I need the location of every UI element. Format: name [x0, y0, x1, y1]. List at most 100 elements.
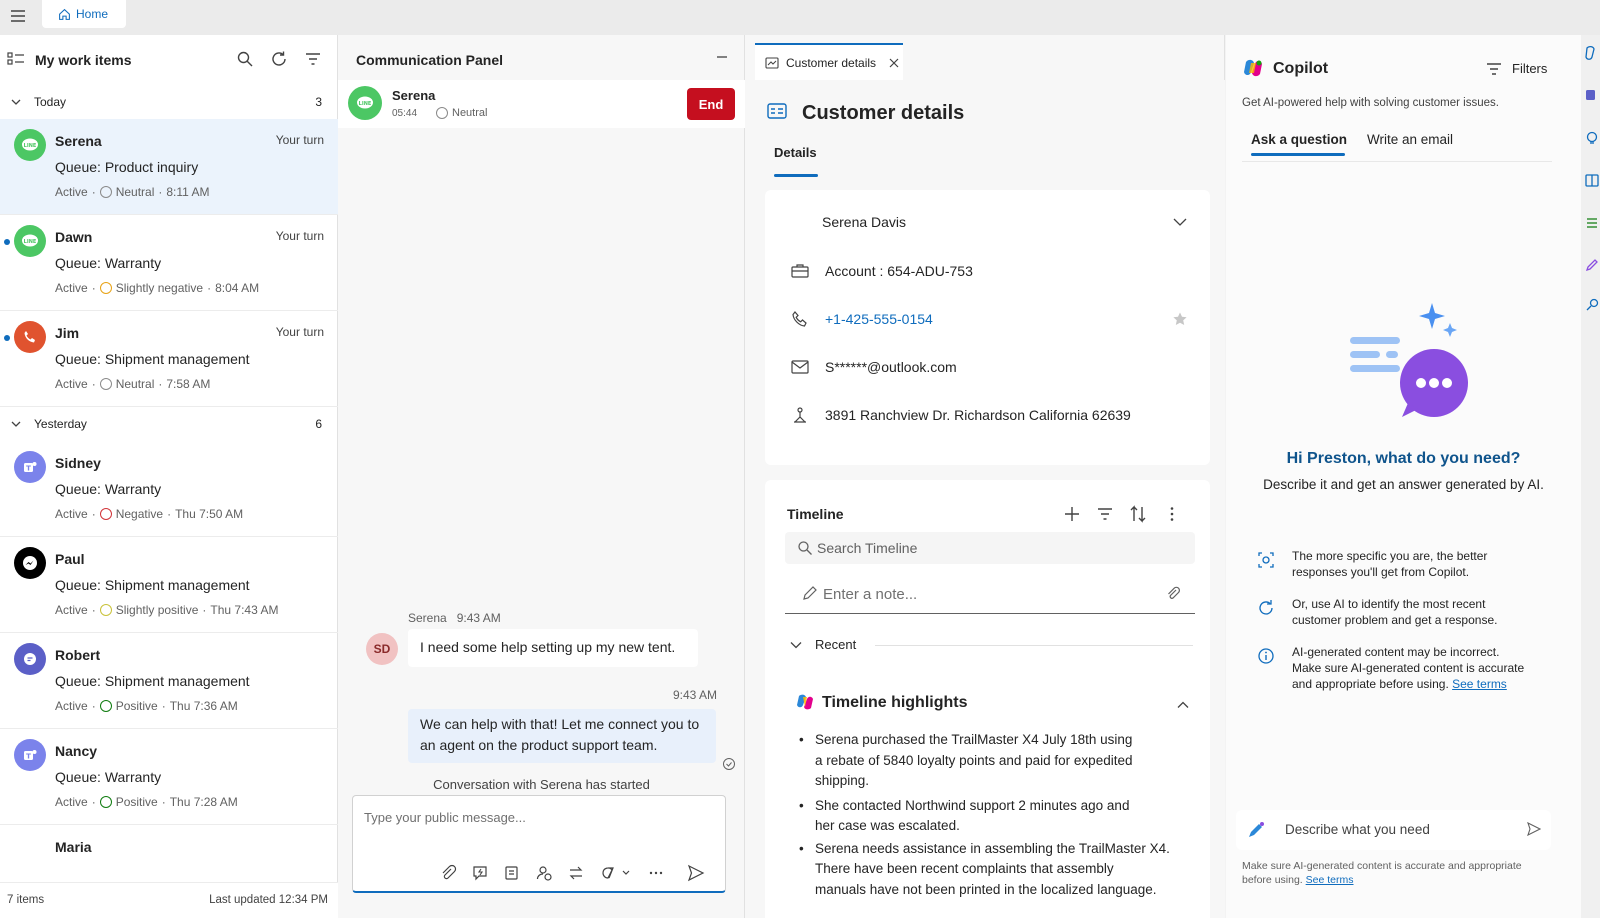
queue-label: Queue: Shipment management	[55, 673, 250, 689]
sort-icon[interactable]	[1129, 505, 1149, 525]
end-conversation-button[interactable]: End	[687, 88, 735, 120]
sentiment-text: Neutral	[452, 107, 488, 119]
customer-message: I need some help setting up my new tent.	[408, 629, 698, 667]
sparkle-icon	[1256, 550, 1276, 570]
search-rail-icon[interactable]	[1585, 297, 1599, 313]
filters-button[interactable]: Filters	[1486, 61, 1547, 76]
tab-details[interactable]: Details	[774, 145, 817, 160]
communication-panel: Communication Panel LINE Serena 05:44 Ne…	[338, 35, 745, 918]
copilot-tip: AI-generated content may be incorrect. M…	[1226, 644, 1546, 696]
timeline-search-input[interactable]: Search Timeline	[785, 532, 1195, 564]
highlight-line: manuals have not been printed in the loc…	[815, 881, 1157, 897]
pen-rail-icon[interactable]	[1585, 257, 1599, 273]
unread-dot	[4, 239, 10, 245]
more-options-icon[interactable]	[1163, 505, 1183, 525]
customer-name-row[interactable]: Serena Davis	[765, 207, 1210, 237]
disclaimer-text: before using.	[1242, 874, 1303, 886]
copilot-tip: Or, use AI to identify the most recent cu…	[1226, 596, 1546, 632]
work-item-jim[interactable]: Jim Your turn Queue: Shipment management…	[0, 311, 338, 407]
lightbulb-rail-icon[interactable]	[1585, 131, 1599, 147]
tip-text: The more specific you are, the better	[1292, 549, 1488, 563]
copilot-actions-icon[interactable]	[599, 864, 633, 882]
tab-write-an-email[interactable]: Write an email	[1367, 132, 1453, 147]
message-text: an agent on the product support team.	[420, 737, 658, 753]
work-item-nancy[interactable]: T Nancy Queue: Warranty Active · Positiv…	[0, 729, 338, 825]
pencil-icon	[801, 586, 817, 602]
note-placeholder: Enter a note...	[823, 586, 918, 603]
chevron-up-icon[interactable]	[1176, 698, 1190, 712]
customer-name: Jim	[55, 325, 80, 341]
tab-ask-a-question[interactable]: Ask a question	[1251, 132, 1347, 147]
work-item-paul[interactable]: Paul Queue: Shipment management Active ·…	[0, 537, 338, 633]
transfer-icon[interactable]	[567, 864, 585, 882]
delivered-check-icon	[722, 757, 736, 771]
list-rail-icon[interactable]	[1585, 215, 1599, 231]
item-meta: Active · Positive · Thu 7:36 AM	[55, 699, 238, 713]
group-today[interactable]: Today 3	[0, 87, 338, 117]
home-icon	[58, 8, 71, 21]
agent-message: We can help with that! Let me connect yo…	[408, 709, 716, 763]
copilot-title: Copilot	[1273, 60, 1329, 77]
more-options-icon[interactable]	[647, 864, 665, 882]
work-item-maria[interactable]: Maria	[0, 825, 338, 882]
minimize-icon[interactable]	[714, 49, 734, 69]
note-input[interactable]: Enter a note...	[785, 574, 1195, 614]
attach-icon[interactable]	[1165, 586, 1181, 602]
search-icon[interactable]	[236, 50, 256, 70]
work-item-serena[interactable]: LINE Serena Your turn Queue: Product inq…	[0, 119, 338, 215]
svg-text:T: T	[26, 753, 31, 761]
knowledge-base-icon[interactable]	[503, 864, 521, 882]
phone-link[interactable]: +1-425-555-0154	[825, 311, 933, 327]
time-text: Thu 7:50 AM	[175, 507, 244, 521]
message-sender: Serena	[408, 611, 447, 625]
copilot-rail-icon[interactable]	[1585, 45, 1599, 61]
book-rail-icon[interactable]	[1585, 173, 1599, 189]
consult-icon[interactable]	[535, 864, 553, 882]
group-yesterday[interactable]: Yesterday 6	[0, 409, 338, 439]
phone-icon	[14, 321, 46, 353]
tab-home[interactable]: Home	[42, 0, 126, 28]
filter-icon[interactable]	[1096, 505, 1116, 525]
hamburger-menu-icon[interactable]	[8, 6, 28, 26]
customer-name: Dawn	[55, 229, 93, 245]
teams-icon: T	[14, 739, 46, 771]
send-icon[interactable]	[687, 864, 705, 882]
see-terms-link[interactable]: See terms	[1452, 677, 1507, 691]
system-message: Conversation with Serena has started	[433, 777, 650, 792]
see-terms-link[interactable]: See terms	[1306, 874, 1354, 886]
message-time: 9:43 AM	[456, 611, 501, 625]
filter-icon[interactable]	[304, 50, 324, 70]
status-text: Active	[55, 699, 88, 713]
customer-name: Robert	[55, 647, 101, 663]
add-icon[interactable]	[1063, 505, 1083, 525]
timeline-highlights-title: Timeline highlights	[822, 694, 968, 711]
list-item: • Serena needs assistance in assembling …	[799, 839, 1199, 901]
chevron-down-icon	[789, 638, 803, 652]
time-text: 7:58 AM	[166, 377, 211, 391]
customer-full-name: Serena Davis	[822, 214, 907, 230]
line-icon: LINE	[348, 86, 382, 120]
timeline-card: Timeline Search Timeline Enter a note...…	[765, 480, 1210, 918]
quick-reply-icon[interactable]	[471, 864, 489, 882]
communication-panel-title: Communication Panel	[356, 52, 504, 68]
message-composer[interactable]: Type your public message...	[352, 795, 726, 893]
account-number: Account : 654-ADU-753	[825, 263, 973, 279]
work-item-robert[interactable]: Robert Queue: Shipment management Active…	[0, 633, 338, 729]
refresh-icon[interactable]	[270, 50, 290, 70]
attach-icon[interactable]	[439, 864, 457, 882]
work-item-sidney[interactable]: T Sidney Queue: Warranty Active · Negati…	[0, 441, 338, 537]
recent-section-toggle[interactable]: Recent	[785, 634, 1195, 658]
tip-text: Make sure AI-generated content is accura…	[1292, 661, 1525, 675]
time-text: 8:11 AM	[166, 185, 210, 199]
work-item-dawn[interactable]: LINE Dawn Your turn Queue: Warranty Acti…	[0, 215, 338, 311]
messenger-icon	[14, 547, 46, 579]
close-icon[interactable]	[889, 58, 899, 68]
timeline-highlights-list: • Serena purchased the TrailMaster X4 Ju…	[799, 730, 1199, 900]
tip-text: Or, use AI to identify the most recent	[1292, 597, 1486, 611]
chevron-down-icon[interactable]	[1172, 214, 1188, 230]
tab-customer-details[interactable]: Customer details	[755, 43, 903, 80]
send-icon[interactable]	[1527, 822, 1541, 836]
teams-rail-icon[interactable]	[1585, 87, 1599, 103]
copilot-prompt-input[interactable]: Describe what you need	[1236, 810, 1551, 850]
star-icon[interactable]	[1172, 311, 1188, 327]
